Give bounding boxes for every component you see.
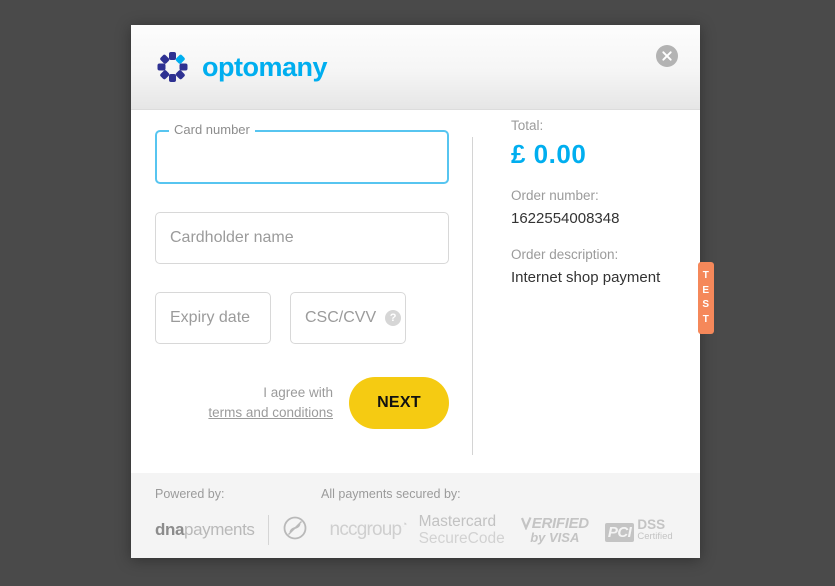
visa-line-2: by VISA <box>530 530 580 546</box>
brand-name: optomany <box>202 51 328 82</box>
mastercard-line-1: Mastercard <box>418 513 497 530</box>
cardholder-name-placeholder: Cardholder name <box>170 229 294 246</box>
secured-by-label: All payments secured by: <box>321 487 461 501</box>
dna-circle-icon <box>282 515 308 546</box>
order-number-label: Order number: <box>511 188 599 203</box>
card-number-input[interactable]: Card number <box>155 123 449 184</box>
modal-footer: Powered by: All payments secured by: dna… <box>131 473 700 558</box>
terms-and-conditions-link[interactable]: terms and conditions <box>208 405 333 420</box>
submit-row: I agree with terms and conditions NEXT <box>155 377 449 429</box>
footer-labels: Powered by: All payments secured by: <box>155 487 676 501</box>
test-letter: T <box>702 313 710 325</box>
csc-help-icon[interactable]: ? <box>385 310 402 326</box>
verified-by-visa-logo: ERIFIED by VISA <box>520 516 589 546</box>
expiry-date-placeholder: Expiry date <box>170 309 251 326</box>
pci-badge: PCI <box>604 523 635 543</box>
dna-logo-light: payments <box>184 520 255 540</box>
total-amount: £ 0.00 <box>511 139 587 169</box>
pci-dss-certified-logo: PCI DSS Certified <box>604 518 673 543</box>
order-number-value: 1622554008348 <box>511 210 620 227</box>
total-label: Total: <box>511 118 544 133</box>
payment-form: Card number Cardholder name Expiry date … <box>155 123 449 344</box>
cardholder-name-input[interactable]: Cardholder name <box>155 212 449 264</box>
terms-agreement: I agree with terms and conditions <box>208 383 333 422</box>
powered-by-label: Powered by: <box>155 487 225 501</box>
footer-logos: dnapayments nccgroup◔ Mastercard SecureC… <box>155 513 676 548</box>
payment-modal: optomany Card number Cardholder name Exp… <box>131 25 714 558</box>
order-description-label: Order description: <box>511 247 619 263</box>
agree-text: I agree with <box>263 385 333 401</box>
next-button[interactable]: NEXT <box>349 377 449 429</box>
mastercard-line-2: SecureCode <box>418 530 505 548</box>
test-letter: T <box>702 270 710 281</box>
modal-header: optomany <box>131 25 700 110</box>
column-divider <box>472 137 473 455</box>
footer-separator <box>267 515 269 546</box>
mastercard-securecode-logo: Mastercard SecureCode <box>419 513 505 548</box>
test-letter: S <box>702 299 710 310</box>
dss-text: DSS Certified <box>637 518 672 542</box>
ncc-group-text: nccgroup <box>329 519 403 541</box>
csc-placeholder: CSC/CVV <box>305 309 377 326</box>
dna-logo-bold: dna <box>155 520 185 540</box>
dss-line-1: DSS <box>637 517 666 533</box>
csc-input[interactable]: CSC/CVV ? <box>290 292 406 344</box>
expiry-csc-row: Expiry date CSC/CVV ? <box>155 292 449 344</box>
close-icon[interactable] <box>656 45 678 67</box>
order-description-value: Internet shop payment <box>511 269 661 287</box>
test-letter: E <box>702 284 710 296</box>
dss-line-2: Certified <box>637 531 673 543</box>
dna-payments-logo: dnapayments <box>155 520 255 540</box>
optomany-spinner-logo-icon <box>156 51 188 83</box>
brand: optomany <box>156 51 328 83</box>
visa-line-1: ERIFIED <box>520 516 589 531</box>
ncc-group-logo: nccgroup◔ <box>329 519 408 541</box>
test-mode-tab[interactable]: T E S T <box>698 262 714 334</box>
order-summary: Total: £ 0.00 Order number: 162255400834… <box>511 118 676 289</box>
modal-body: Card number Cardholder name Expiry date … <box>131 110 700 473</box>
ncc-group-mark: ◔ <box>401 520 407 532</box>
card-number-label: Card number <box>169 123 255 136</box>
expiry-date-input[interactable]: Expiry date <box>155 292 271 344</box>
